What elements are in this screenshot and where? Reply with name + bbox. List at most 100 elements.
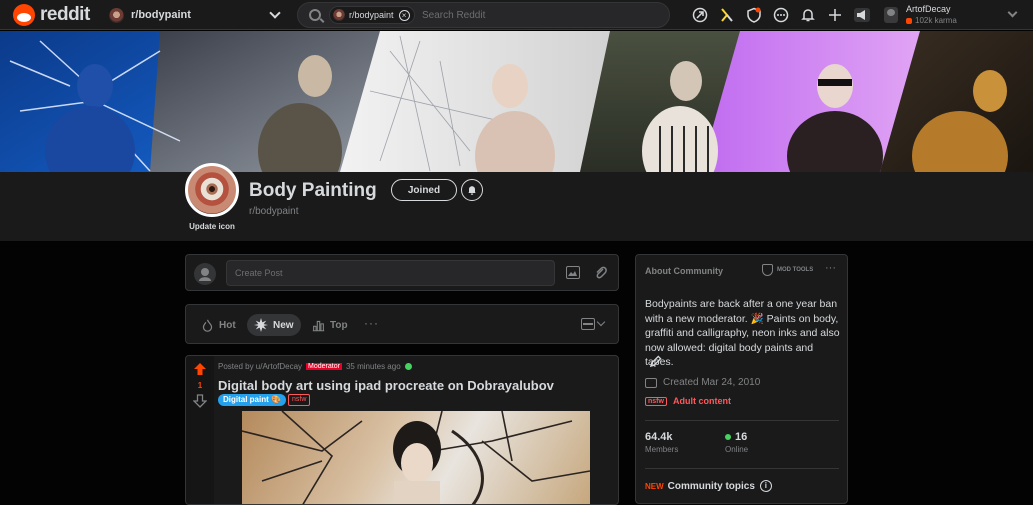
community-topics[interactable]: NEW Community topics i [645,480,772,492]
moderator-badge: Moderator [306,363,342,370]
community-header [0,172,1033,241]
nsfw-tag: nsfw [288,394,311,406]
sort-hot-button[interactable]: Hot [194,314,243,336]
top-bar: reddit r/bodypaint r/bodypaint × Search … [0,0,1033,30]
sort-new-button[interactable]: New [247,314,301,336]
user-avatar[interactable] [194,263,216,285]
search-community-chip[interactable]: r/bodypaint × [329,6,415,24]
adult-content: nsfw Adult content [645,396,731,406]
online-count: 16 [725,431,748,443]
info-icon[interactable]: i [759,480,772,492]
new-tag: NEW [645,481,664,491]
vote-column: 1 [186,356,214,504]
post-time[interactable]: 35 minutes ago [346,362,401,371]
post-title[interactable]: Digital body art using ipad procreate on… [218,378,554,393]
close-icon[interactable]: × [398,9,410,21]
create-post-card [185,254,619,291]
community-subreddit: r/bodypaint [249,206,299,217]
logo-text: reddit [40,4,90,25]
plus-icon[interactable] [825,5,845,25]
search-bar[interactable]: r/bodypaint × [297,2,670,28]
online-status-icon [725,434,731,440]
user-menu[interactable]: ArtofDecay 102k karma [884,2,1024,28]
divider [645,468,839,469]
nsfw-tag: nsfw [645,396,667,406]
karma-label: 102k karma [915,16,957,25]
online-status-icon [404,363,412,370]
online-count-value: 16 [735,431,748,443]
post-meta: Posted by u/ArtofDecay Moderator 35 minu… [218,362,412,371]
coins-icon[interactable] [717,5,737,25]
more-options-icon[interactable]: ··· [825,262,836,274]
sort-new-label: New [273,319,294,331]
community-topics-label: Community topics [667,480,755,492]
post-card[interactable]: 1 Posted by u/ArtofDecay Moderator 35 mi… [185,355,619,505]
karma-icon [906,17,912,24]
bell-icon[interactable] [798,5,818,25]
created-label: Created Mar 24, 2010 [663,377,761,388]
members-stat: 64.4k Members [645,431,678,454]
bar-chart-icon [312,320,325,331]
avatar-icon [199,268,211,281]
community-avatar-icon [333,9,345,21]
user-avatar [884,7,898,23]
shield-icon[interactable] [744,5,764,25]
chevron-down-icon [269,7,281,19]
chat-icon[interactable] [771,5,791,25]
image-upload-icon[interactable] [566,266,580,279]
posted-by[interactable]: Posted by u/ArtofDecay [218,362,302,371]
search-input[interactable] [422,7,652,23]
sort-hot-label: Hot [219,319,236,331]
notification-bell-button[interactable] [461,179,483,201]
community-avatar-icon [109,7,124,23]
upvote-icon[interactable] [193,362,207,376]
user-karma: 102k karma [906,15,957,26]
nav-icons [690,5,879,25]
adult-content-label: Adult content [672,396,731,406]
sort-bar: Hot New Top ··· [185,304,619,344]
about-community-card: About Community MOD TOOLS ··· Bodypaints… [635,254,848,504]
post-image[interactable] [242,411,590,504]
vote-count: 1 [197,381,203,390]
community-description: Bodypaints are back after a one year ban… [645,298,840,368]
update-icon-label[interactable]: Update icon [186,222,238,231]
sparkle-icon [254,318,268,332]
community-banner [0,31,1033,172]
flame-icon [202,319,213,332]
chevron-down-icon [1007,7,1018,18]
chevron-down-icon[interactable] [596,317,606,327]
search-icon [309,9,321,21]
reddit-logo[interactable]: reddit [13,4,90,26]
community-dropdown-label: r/bodypaint [131,9,191,21]
card-view-icon[interactable] [581,318,595,330]
divider [645,420,839,421]
link-icon[interactable] [594,265,608,286]
joined-button[interactable]: Joined [391,179,457,201]
sort-top-button[interactable]: Top [305,314,355,336]
online-label: Online [725,445,749,454]
create-post-input[interactable] [226,260,555,286]
community-icon[interactable] [185,163,239,217]
about-community-heading: About Community [645,266,723,276]
megaphone-icon[interactable] [852,5,872,25]
more-options-icon[interactable]: ··· [364,316,379,330]
online-stat: 16 Online [725,431,748,454]
reddit-logo-icon [13,4,35,26]
banner-artwork [0,31,1033,172]
user-name: ArtofDecay [906,4,951,14]
pencil-icon[interactable] [649,355,662,368]
post-flair[interactable]: Digital paint 🎨 [218,394,286,406]
mod-tools-button[interactable]: MOD TOOLS [762,264,813,276]
downvote-icon[interactable] [193,394,207,408]
bell-icon [468,186,476,195]
created-date: Created Mar 24, 2010 [645,377,760,388]
community-title: Body Painting [249,180,377,201]
cake-icon [645,377,657,388]
members-label: Members [645,445,679,454]
popular-icon[interactable] [690,5,710,25]
mod-tools-label: MOD TOOLS [777,267,814,273]
community-dropdown[interactable]: r/bodypaint [100,3,284,27]
sort-top-label: Top [330,319,348,331]
shield-icon [762,264,773,276]
members-count: 64.4k [645,431,673,443]
